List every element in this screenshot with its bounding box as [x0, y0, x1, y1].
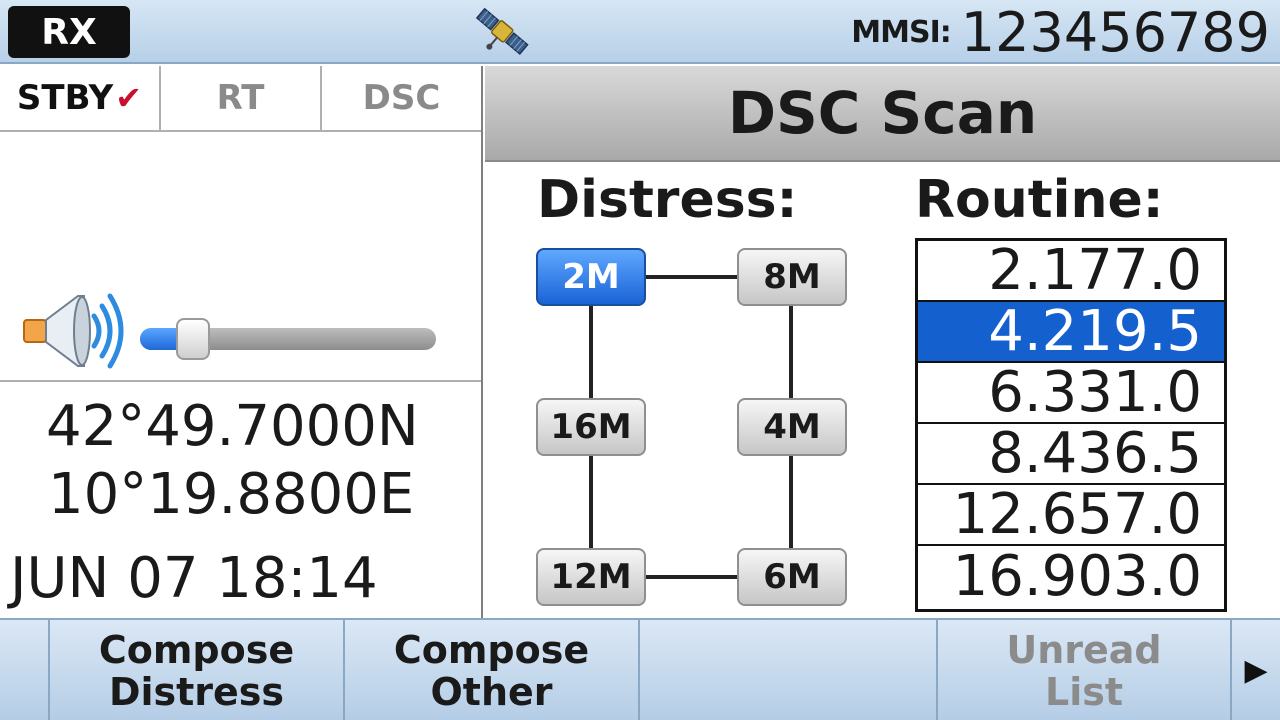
status-bar: RX MMSI: 123456789	[0, 0, 1280, 64]
volume-thumb[interactable]	[176, 318, 211, 360]
softkey-blank-left	[0, 620, 50, 720]
routine-freq-item[interactable]: 12.657.0	[918, 482, 1224, 547]
compose-distress-button[interactable]: Compose Distress	[50, 620, 345, 720]
rx-badge: RX	[8, 6, 130, 58]
tab-dsc[interactable]: DSC	[322, 66, 481, 130]
left-panel: STBY ✔ RT DSC 42°49.7000N 10°19.8800E JU…	[0, 66, 483, 618]
unread-list-line2: List	[1044, 670, 1124, 714]
mmsi-value: 123456789	[960, 0, 1270, 64]
dsc-scan-panel: DSC Scan Distress: Routine: 2M 8M 16M 4M…	[485, 66, 1280, 618]
mode-tabs: STBY ✔ RT DSC	[0, 66, 481, 132]
volume-slider[interactable]	[140, 318, 436, 360]
routine-freq-item[interactable]: 8.436.5	[918, 421, 1224, 486]
softkey-bar: Compose Distress Compose Other Unread Li…	[0, 618, 1280, 720]
tab-dsc-label: DSC	[362, 78, 441, 118]
routine-frequency-list: 2.177.0 4.219.5 6.331.0 8.436.5 12.657.0…	[915, 238, 1227, 612]
mmsi-label: MMSI:	[851, 14, 951, 50]
routine-freq-item[interactable]: 2.177.0	[918, 238, 1224, 303]
check-icon: ✔	[115, 79, 143, 117]
routine-freq-item[interactable]: 6.331.0	[918, 360, 1224, 425]
distress-freq-8m[interactable]: 8M	[737, 248, 847, 306]
distress-freq-16m[interactable]: 16M	[536, 398, 646, 456]
distress-freq-6m[interactable]: 6M	[737, 548, 847, 606]
compose-distress-line1: Compose	[98, 628, 295, 672]
next-page-button[interactable]: ▶	[1232, 620, 1280, 720]
unread-list-button[interactable]: Unread List	[938, 620, 1232, 720]
routine-freq-item[interactable]: 4.219.5	[918, 299, 1224, 364]
distress-label: Distress:	[537, 170, 798, 230]
distress-freq-4m[interactable]: 4M	[737, 398, 847, 456]
compose-other-line2: Other	[430, 670, 553, 714]
chevron-right-icon: ▶	[1244, 653, 1268, 688]
panel-title: DSC Scan	[485, 66, 1280, 162]
tab-rt-label: RT	[216, 78, 265, 118]
mmsi-display: MMSI: 123456789	[851, 0, 1270, 64]
date-time: JUN 07 18:14	[10, 546, 378, 611]
compose-distress-line2: Distress	[108, 670, 285, 714]
position-latitude: 42°49.7000N	[46, 394, 419, 459]
softkey-empty[interactable]	[640, 620, 938, 720]
tab-stby-label: STBY	[16, 78, 114, 118]
speaker-volume-icon	[23, 293, 124, 369]
divider	[0, 380, 481, 382]
distress-freq-12m[interactable]: 12M	[536, 548, 646, 606]
unread-list-line1: Unread	[1006, 628, 1162, 672]
routine-label: Routine:	[915, 170, 1164, 230]
routine-freq-item[interactable]: 16.903.0	[918, 544, 1224, 609]
tab-rt[interactable]: RT	[161, 66, 322, 130]
tab-stby[interactable]: STBY ✔	[0, 66, 161, 130]
compose-other-line1: Compose	[393, 628, 590, 672]
distress-freq-2m[interactable]: 2M	[536, 248, 646, 306]
satellite-icon	[475, 7, 529, 56]
position-longitude: 10°19.8800E	[48, 462, 415, 527]
compose-other-button[interactable]: Compose Other	[345, 620, 640, 720]
